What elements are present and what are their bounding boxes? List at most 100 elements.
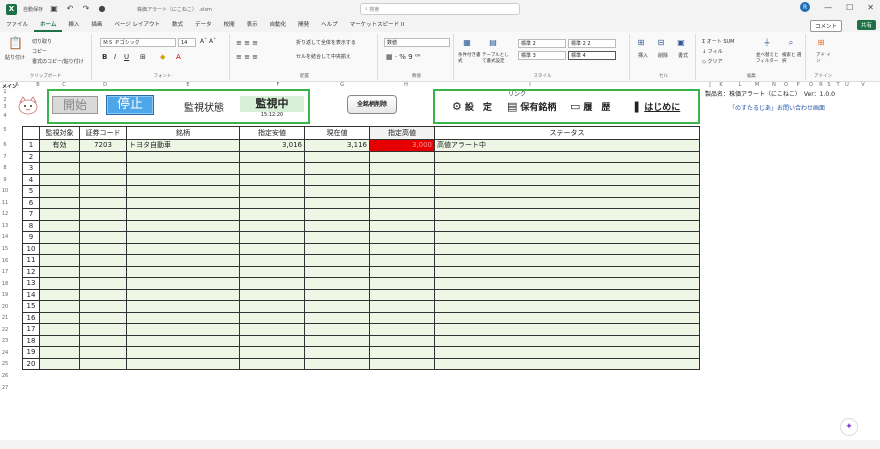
- insert-cells-icon[interactable]: ⊞: [636, 38, 646, 48]
- column-header[interactable]: M: [752, 82, 762, 89]
- cell-no[interactable]: 15: [22, 300, 40, 313]
- comment-button[interactable]: コメント: [809, 20, 842, 32]
- insert-cells-button[interactable]: 挿入: [638, 52, 648, 59]
- cell-name[interactable]: [126, 334, 240, 347]
- cell-high[interactable]: [369, 173, 435, 186]
- cell-target[interactable]: [39, 196, 80, 209]
- delete-cells-button[interactable]: 削除: [658, 52, 668, 59]
- ribbon-tab[interactable]: ヘルプ: [315, 18, 344, 32]
- cell-name[interactable]: [126, 254, 240, 267]
- cell-target[interactable]: [39, 254, 80, 267]
- addin-button[interactable]: アド イン: [816, 52, 832, 64]
- underline-icon[interactable]: U: [124, 53, 129, 61]
- cell-high[interactable]: [369, 357, 435, 370]
- row-header[interactable]: 3: [0, 104, 10, 110]
- fill-color-icon[interactable]: ◆: [160, 53, 165, 61]
- cell-current[interactable]: 3,116: [304, 139, 370, 152]
- ribbon-tab[interactable]: 校閲: [218, 18, 241, 32]
- cell-high[interactable]: 3,000: [369, 139, 435, 152]
- clear-all-button[interactable]: 全銘柄削除: [347, 95, 397, 114]
- cell-status[interactable]: [434, 346, 700, 359]
- format-painter-button[interactable]: 書式のコピー/貼り付け: [32, 58, 84, 65]
- cell-low[interactable]: [239, 173, 305, 186]
- row-header[interactable]: 19: [0, 292, 10, 298]
- row-header[interactable]: 5: [0, 127, 10, 133]
- cell-target[interactable]: [39, 231, 80, 244]
- cell-name[interactable]: [126, 173, 240, 186]
- row-header[interactable]: 22: [0, 327, 10, 333]
- copy-button[interactable]: コピー: [32, 48, 47, 55]
- cell-no[interactable]: 10: [22, 242, 40, 255]
- cell-no[interactable]: 18: [22, 334, 40, 347]
- cell-status[interactable]: [434, 242, 700, 255]
- cell-no[interactable]: 16: [22, 311, 40, 324]
- ribbon-tab[interactable]: ファイル: [0, 18, 34, 32]
- cell-status[interactable]: [434, 288, 700, 301]
- format-cells-button[interactable]: 書式: [678, 52, 688, 59]
- cell-code[interactable]: [79, 254, 127, 267]
- cell-target[interactable]: [39, 288, 80, 301]
- number-format-select[interactable]: 数値: [384, 38, 450, 47]
- cell-code[interactable]: [79, 162, 127, 175]
- cell-current[interactable]: [304, 208, 370, 221]
- font-color-icon[interactable]: A: [176, 53, 181, 61]
- cell-name[interactable]: [126, 346, 240, 359]
- cell-no[interactable]: 7: [22, 208, 40, 221]
- cell-no[interactable]: 14: [22, 288, 40, 301]
- format-cells-icon[interactable]: ▣: [676, 38, 686, 48]
- cell-target[interactable]: [39, 185, 80, 198]
- row-header[interactable]: 7: [0, 154, 10, 160]
- share-button[interactable]: 共有: [856, 20, 876, 30]
- cell-target[interactable]: [39, 219, 80, 232]
- cell-target[interactable]: [39, 357, 80, 370]
- cell-status[interactable]: [434, 150, 700, 163]
- row-header[interactable]: 15: [0, 246, 10, 252]
- percent-icon[interactable]: ▦ · % 9 ⁰⁰: [386, 53, 420, 61]
- cell-status[interactable]: [434, 162, 700, 175]
- stop-button[interactable]: 停止: [106, 95, 154, 115]
- ribbon-tab[interactable]: ページ レイアウト: [108, 18, 166, 32]
- column-header[interactable]: A: [12, 82, 22, 89]
- sort-filter-button[interactable]: 並べ替えと フィルター: [756, 52, 780, 64]
- ribbon-tab[interactable]: 自動化: [264, 18, 293, 32]
- row-header[interactable]: 8: [0, 165, 10, 171]
- row-header[interactable]: 16: [0, 258, 10, 264]
- cell-low[interactable]: [239, 242, 305, 255]
- cell-target[interactable]: [39, 277, 80, 290]
- autosum-button[interactable]: Σ オート SUM: [702, 38, 735, 45]
- column-header[interactable]: G: [337, 82, 347, 89]
- cell-code[interactable]: [79, 219, 127, 232]
- column-header[interactable]: O: [781, 82, 791, 89]
- row-header[interactable]: 9: [0, 177, 10, 183]
- avatar[interactable]: R: [800, 2, 811, 12]
- cell-no[interactable]: 9: [22, 231, 40, 244]
- cell-high[interactable]: [369, 185, 435, 198]
- cell-code[interactable]: [79, 231, 127, 244]
- cell-name[interactable]: [126, 208, 240, 221]
- column-header[interactable]: C: [59, 82, 69, 89]
- ribbon-tab[interactable]: データ: [189, 18, 218, 32]
- column-header[interactable]: L: [735, 82, 745, 89]
- cell-status[interactable]: [434, 265, 700, 278]
- link-2[interactable]: ▭ 履 歴: [570, 100, 610, 113]
- cell-high[interactable]: [369, 254, 435, 267]
- cell-target[interactable]: [39, 208, 80, 221]
- cell-low[interactable]: [239, 196, 305, 209]
- sort-filter-icon[interactable]: ⏚: [762, 38, 772, 48]
- cell-current[interactable]: [304, 277, 370, 290]
- cell-status[interactable]: [434, 254, 700, 267]
- cell-status[interactable]: 高値アラート中: [434, 139, 700, 152]
- cell-no[interactable]: 1: [22, 139, 40, 152]
- format-table-icon[interactable]: ▤: [488, 38, 498, 48]
- column-header[interactable]: K: [716, 82, 726, 89]
- start-button[interactable]: 開始: [52, 96, 98, 114]
- link-0[interactable]: ⚙ 設 定: [452, 100, 492, 113]
- cell-status[interactable]: [434, 323, 700, 336]
- cell-no[interactable]: 17: [22, 323, 40, 336]
- cell-target[interactable]: [39, 334, 80, 347]
- cell-code[interactable]: [79, 185, 127, 198]
- link-3[interactable]: ❚ はじめに: [632, 100, 680, 113]
- cell-status[interactable]: [434, 300, 700, 313]
- clear-button[interactable]: ◇ クリア: [702, 58, 722, 65]
- font-grow-icon[interactable]: Aˆ Aˇ: [200, 38, 216, 45]
